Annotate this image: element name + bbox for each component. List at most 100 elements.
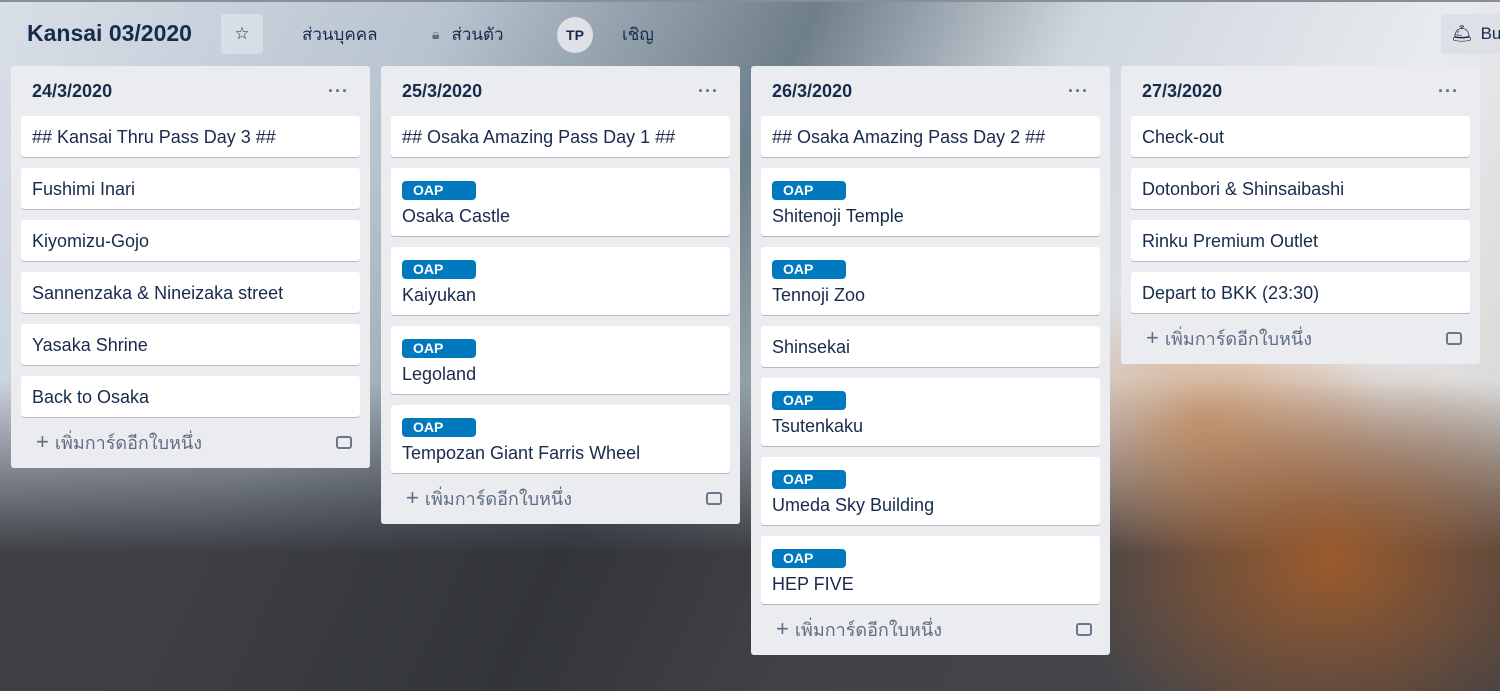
add-card-label: เพิ่มการ์ดอีกใบหนึ่ง: [794, 619, 942, 640]
lock-icon: 🔒︎: [432, 25, 440, 42]
list-header: 27/3/2020 ···: [1131, 66, 1470, 116]
privacy-button[interactable]: 🔒︎ ส่วนตัว: [432, 14, 504, 54]
add-card-button[interactable]: + เพิ่มการ์ดอีกใบหนึ่ง: [21, 424, 360, 460]
star-icon: ☆: [234, 24, 250, 43]
member-avatar[interactable]: TP: [557, 17, 593, 53]
card-template-icon[interactable]: [1446, 331, 1462, 345]
card-template-icon[interactable]: [706, 491, 722, 505]
card-title: ## Osaka Amazing Pass Day 1 ##: [402, 127, 676, 147]
card-title: Depart to BKK (23:30): [1142, 283, 1320, 303]
card-title: Osaka Castle: [402, 206, 511, 226]
privacy-label: ส่วนตัว: [451, 24, 504, 44]
card[interactable]: OAP Tennoji Zoo: [761, 247, 1100, 315]
card-title: Back to Osaka: [32, 387, 150, 407]
card-label[interactable]: OAP: [402, 260, 476, 279]
list: 27/3/2020 ··· Check-out Dotonbori & Shinsa…: [1121, 66, 1480, 364]
card-title: Legoland: [402, 364, 477, 384]
team-visibility-label: ส่วนบุคคล: [302, 24, 378, 44]
add-card-button[interactable]: + เพิ่มการ์ดอีกใบหนึ่ง: [1131, 320, 1470, 356]
card-title: Shinsekai: [772, 337, 851, 357]
card[interactable]: OAP Umeda Sky Building: [761, 457, 1100, 525]
invite-label: เชิญ: [622, 24, 654, 44]
card[interactable]: Check-out: [1131, 116, 1470, 157]
list-menu-icon[interactable]: ···: [698, 81, 719, 102]
card[interactable]: OAP Shitenoji Temple: [761, 168, 1100, 236]
plus-icon: +: [1146, 324, 1159, 350]
card[interactable]: OAP Kaiyukan: [391, 247, 730, 315]
list-title[interactable]: 24/3/2020: [32, 81, 112, 102]
invite-button[interactable]: เชิญ: [622, 14, 654, 54]
card-title: Shitenoji Temple: [772, 206, 904, 226]
card-title: Fushimi Inari: [32, 179, 136, 199]
card[interactable]: Kiyomizu-Gojo: [21, 220, 360, 261]
add-card-button[interactable]: + เพิ่มการ์ดอีกใบหนึ่ง: [761, 611, 1100, 647]
card-label[interactable]: OAP: [772, 391, 846, 410]
card[interactable]: OAP Tempozan Giant Farris Wheel: [391, 405, 730, 473]
card-template-icon[interactable]: [336, 435, 352, 449]
list-header: 25/3/2020 ···: [391, 66, 730, 116]
card-title: HEP FIVE: [772, 574, 854, 594]
card[interactable]: OAP Tsutenkaku: [761, 378, 1100, 446]
list: 24/3/2020 ··· ## Kansai Thru Pass Day 3 #…: [11, 66, 370, 468]
card-title: Dotonbori & Shinsaibashi: [1142, 179, 1345, 199]
card[interactable]: Dotonbori & Shinsaibashi: [1131, 168, 1470, 209]
card-title: Tennoji Zoo: [772, 285, 866, 305]
star-button[interactable]: ☆: [221, 14, 263, 54]
card[interactable]: Fushimi Inari: [21, 168, 360, 209]
list: 26/3/2020 ··· ## Osaka Amazing Pass Day 2…: [751, 66, 1110, 655]
card-title: ## Osaka Amazing Pass Day 2 ##: [772, 127, 1046, 147]
plus-icon: +: [776, 615, 789, 641]
card-title: Kaiyukan: [402, 285, 477, 305]
butler-label: Bu: [1480, 24, 1500, 43]
plus-icon: +: [36, 428, 49, 454]
board-title[interactable]: Kansai 03/2020: [27, 20, 192, 47]
card[interactable]: ## Kansai Thru Pass Day 3 ##: [21, 116, 360, 157]
card-title: Kiyomizu-Gojo: [32, 231, 150, 251]
card[interactable]: ## Osaka Amazing Pass Day 1 ##: [391, 116, 730, 157]
list: 25/3/2020 ··· ## Osaka Amazing Pass Day 1…: [381, 66, 740, 524]
card-title: Rinku Premium Outlet: [1142, 231, 1319, 251]
card[interactable]: OAP Legoland: [391, 326, 730, 394]
card-title: Tsutenkaku: [772, 416, 864, 436]
card[interactable]: Back to Osaka: [21, 376, 360, 417]
card[interactable]: Yasaka Shrine: [21, 324, 360, 365]
card[interactable]: Depart to BKK (23:30): [1131, 272, 1470, 313]
card-title: Tempozan Giant Farris Wheel: [402, 443, 641, 463]
card-label[interactable]: OAP: [402, 418, 476, 437]
list-header: 24/3/2020 ···: [21, 66, 360, 116]
card[interactable]: ## Osaka Amazing Pass Day 2 ##: [761, 116, 1100, 157]
list-header: 26/3/2020 ···: [761, 66, 1100, 116]
card[interactable]: OAP Osaka Castle: [391, 168, 730, 236]
bell-icon: 🛎︎: [1451, 24, 1473, 43]
card-title: Yasaka Shrine: [32, 335, 148, 355]
card[interactable]: Shinsekai: [761, 326, 1100, 367]
card[interactable]: Rinku Premium Outlet: [1131, 220, 1470, 261]
add-card-button[interactable]: + เพิ่มการ์ดอีกใบหนึ่ง: [391, 480, 730, 516]
add-card-label: เพิ่มการ์ดอีกใบหนึ่ง: [54, 432, 202, 453]
card-title: Check-out: [1142, 127, 1225, 147]
card-label[interactable]: OAP: [772, 181, 846, 200]
card-label[interactable]: OAP: [772, 260, 846, 279]
card-label[interactable]: OAP: [772, 470, 846, 489]
card[interactable]: Sannenzaka & Nineizaka street: [21, 272, 360, 313]
team-visibility-button[interactable]: ส่วนบุคคล: [302, 14, 378, 54]
board-header: Kansai 03/2020 ☆ ส่วนบุคคล 🔒︎ ส่วนตัว TP …: [0, 0, 1500, 66]
card-title: Sannenzaka & Nineizaka street: [32, 283, 284, 303]
card-label[interactable]: OAP: [402, 339, 476, 358]
list-title[interactable]: 25/3/2020: [402, 81, 482, 102]
add-card-label: เพิ่มการ์ดอีกใบหนึ่ง: [424, 488, 572, 509]
butler-button[interactable]: 🛎︎ Bu: [1441, 14, 1500, 54]
list-title[interactable]: 26/3/2020: [772, 81, 852, 102]
card-title: ## Kansai Thru Pass Day 3 ##: [32, 127, 276, 147]
list-title[interactable]: 27/3/2020: [1142, 81, 1222, 102]
list-menu-icon[interactable]: ···: [1068, 81, 1089, 102]
add-card-label: เพิ่มการ์ดอีกใบหนึ่ง: [1164, 328, 1312, 349]
plus-icon: +: [406, 484, 419, 510]
card[interactable]: OAP HEP FIVE: [761, 536, 1100, 604]
card-template-icon[interactable]: [1076, 622, 1092, 636]
card-label[interactable]: OAP: [402, 181, 476, 200]
list-menu-icon[interactable]: ···: [328, 81, 349, 102]
card-label[interactable]: OAP: [772, 549, 846, 568]
card-title: Umeda Sky Building: [772, 495, 935, 515]
list-menu-icon[interactable]: ···: [1438, 81, 1459, 102]
